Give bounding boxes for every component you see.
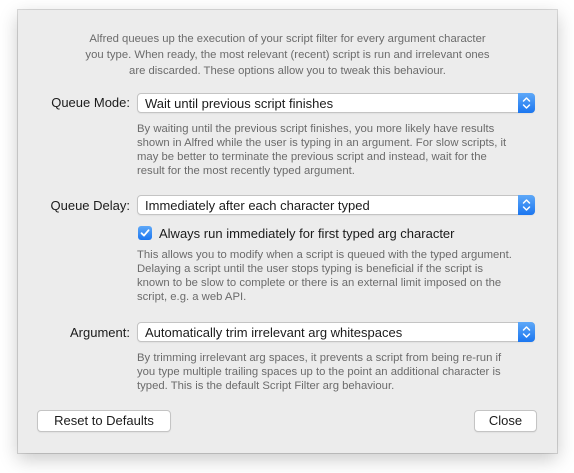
desc-line: typed. This is the default Script Filter… bbox=[137, 380, 395, 392]
queue-mode-select[interactable]: Wait until previous script finishes bbox=[137, 93, 535, 113]
argument-value: Automatically trim irrelevant arg whites… bbox=[145, 325, 403, 340]
desc-line: By waiting until the previous script fin… bbox=[137, 123, 495, 135]
argument-select[interactable]: Automatically trim irrelevant arg whites… bbox=[137, 322, 535, 342]
desc-line: This allows you to modify when a script … bbox=[137, 249, 512, 261]
checkmark-icon bbox=[140, 229, 150, 237]
argument-label: Argument: bbox=[70, 325, 130, 340]
intro-line: you type. When ready, the most relevant … bbox=[85, 49, 490, 61]
desc-line: Delaying a script until the user stops t… bbox=[137, 263, 483, 275]
queue-mode-value: Wait until previous script finishes bbox=[145, 96, 334, 111]
intro-line: are discarded. These options allow you t… bbox=[129, 65, 446, 77]
desc-line: By trimming irrelevant arg spaces, it pr… bbox=[137, 352, 502, 364]
close-button[interactable]: Close bbox=[474, 410, 537, 432]
options-sheet: Alfred queues up the execution of your s… bbox=[18, 10, 557, 453]
queue-delay-value: Immediately after each character typed bbox=[145, 198, 370, 213]
argument-description: By trimming irrelevant arg spaces, it pr… bbox=[137, 351, 541, 393]
desc-line: may be better to terminate the previous … bbox=[137, 151, 487, 163]
chevron-updown-icon bbox=[518, 93, 535, 113]
desc-line: script, e.g. a web API. bbox=[137, 291, 247, 303]
queue-mode-description: By waiting until the previous script fin… bbox=[137, 122, 541, 178]
chevron-updown-icon bbox=[518, 322, 535, 342]
desc-line: you type multiple trailing spaces up to … bbox=[137, 366, 501, 378]
intro-line: Alfred queues up the execution of your s… bbox=[89, 33, 486, 45]
first-char-checkbox-label[interactable]: Always run immediately for first typed a… bbox=[159, 226, 455, 241]
intro-text: Alfred queues up the execution of your s… bbox=[18, 31, 557, 79]
reset-to-defaults-button[interactable]: Reset to Defaults bbox=[37, 410, 171, 432]
queue-delay-select[interactable]: Immediately after each character typed bbox=[137, 195, 535, 215]
desc-line: result for the most recently typed argum… bbox=[137, 165, 355, 177]
first-char-checkbox[interactable] bbox=[138, 226, 152, 240]
queue-delay-description: This allows you to modify when a script … bbox=[137, 248, 541, 304]
desc-line: known to be slow to complete or there is… bbox=[137, 277, 502, 289]
queue-delay-label: Queue Delay: bbox=[50, 198, 131, 213]
chevron-updown-icon bbox=[518, 195, 535, 215]
desc-line: shown in Alfred while the user is typing… bbox=[137, 137, 507, 149]
queue-mode-label: Queue Mode: bbox=[51, 95, 130, 110]
